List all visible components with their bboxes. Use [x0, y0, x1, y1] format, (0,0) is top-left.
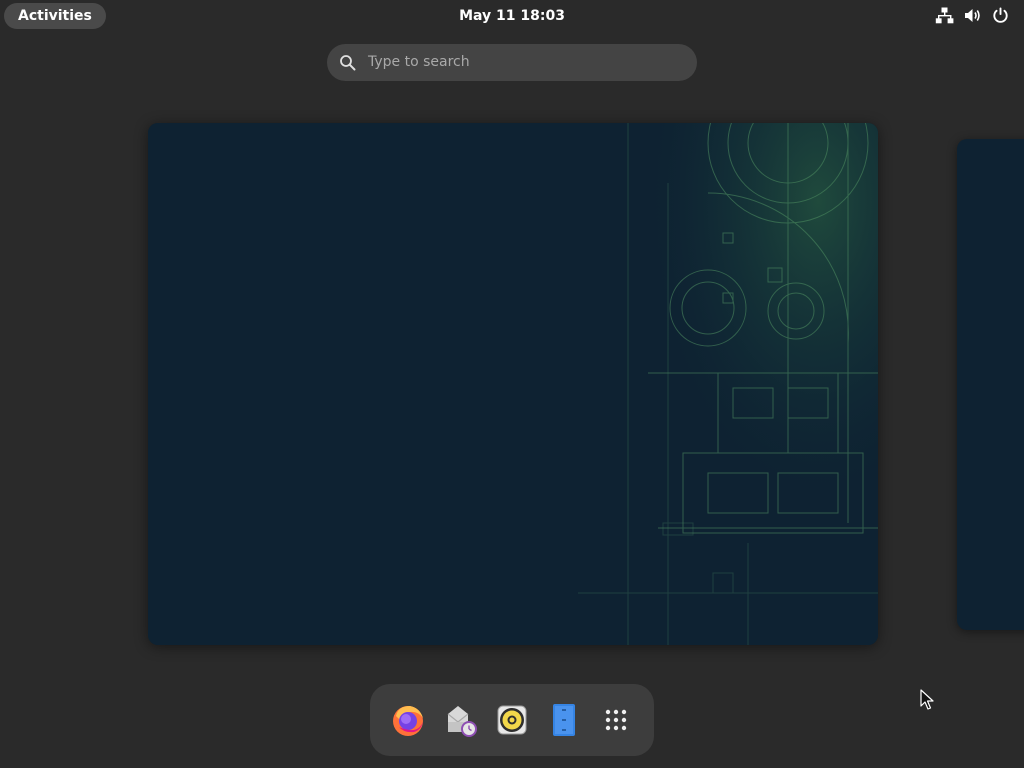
search-placeholder: Type to search: [368, 54, 470, 70]
activities-button[interactable]: Activities: [4, 3, 106, 29]
search-icon: [340, 55, 356, 71]
clock-menu: May 11 18:03: [0, 0, 1024, 32]
dash-item-evolution[interactable]: [440, 700, 480, 740]
workspace-thumbnail[interactable]: [148, 123, 878, 645]
power-icon[interactable]: [991, 6, 1010, 25]
app-grid-icon: [605, 709, 627, 731]
show-applications-button[interactable]: [596, 700, 636, 740]
next-workspace-thumbnail[interactable]: [957, 139, 1024, 630]
firefox-icon: [393, 706, 423, 736]
dash-item-text-editor[interactable]: [544, 700, 584, 740]
dash: [370, 684, 654, 756]
mouse-pointer-icon: [920, 689, 934, 710]
rhythmbox-icon: [497, 705, 527, 735]
evolution-mail-icon: [447, 706, 477, 737]
clock-label[interactable]: May 11 18:03: [459, 8, 565, 24]
network-icon[interactable]: [935, 6, 954, 25]
system-tray[interactable]: [935, 6, 1010, 25]
dash-item-firefox[interactable]: [388, 700, 428, 740]
top-bar: Activities May 11 18:03: [0, 0, 1024, 32]
volume-icon[interactable]: [963, 6, 982, 25]
search-entry[interactable]: Type to search: [327, 44, 697, 81]
dash-item-rhythmbox[interactable]: [492, 700, 532, 740]
text-editor-icon: [553, 704, 575, 736]
wallpaper-blueprint: [148, 123, 878, 645]
